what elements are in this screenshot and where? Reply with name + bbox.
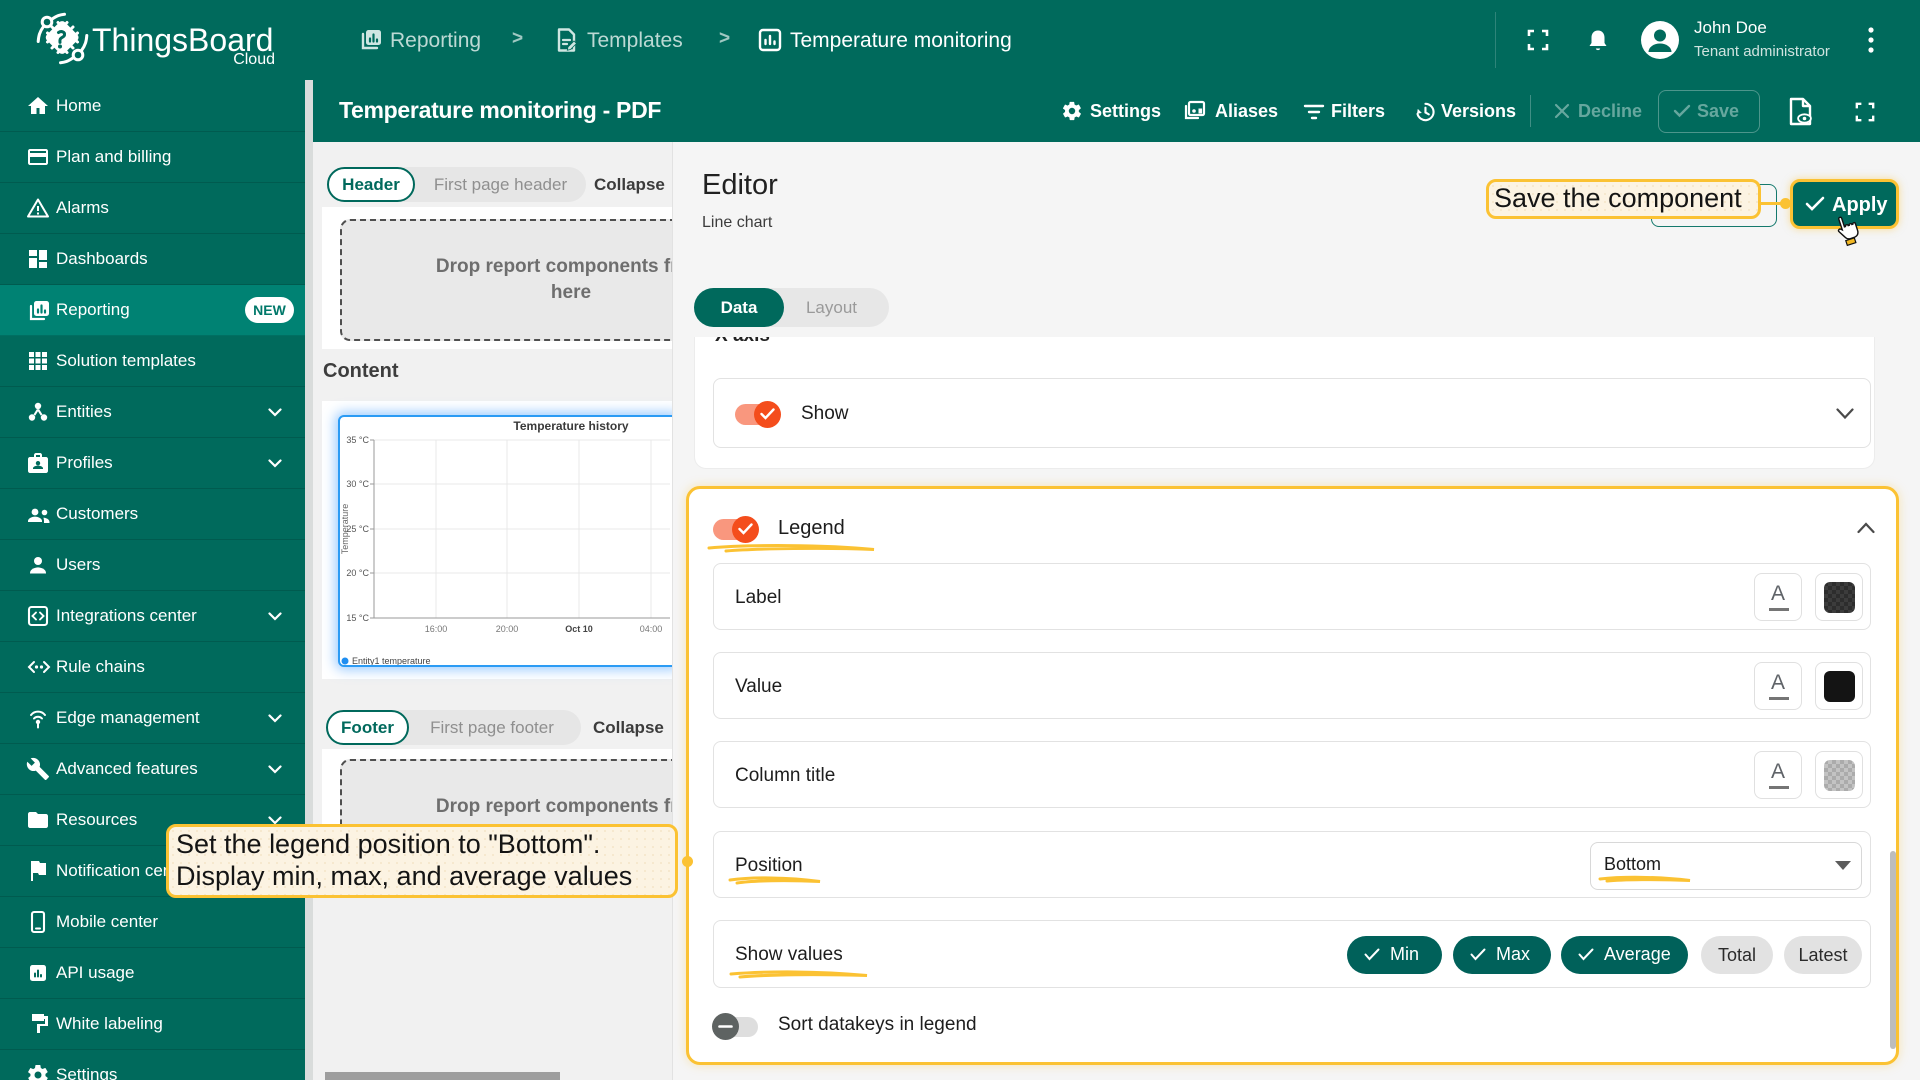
svg-text:Oct 10: Oct 10 xyxy=(565,624,593,634)
svg-text:Temperature history: Temperature history xyxy=(513,419,628,433)
svg-text:Temperature: Temperature xyxy=(340,504,350,555)
svg-text:15 °C: 15 °C xyxy=(346,613,369,623)
svg-text:30 °C: 30 °C xyxy=(346,479,369,489)
svg-text:16:00: 16:00 xyxy=(425,624,448,634)
svg-text:20 °C: 20 °C xyxy=(346,568,369,578)
svg-text:20:00: 20:00 xyxy=(496,624,519,634)
svg-text:Entity1 temperature: Entity1 temperature xyxy=(352,656,431,665)
svg-text:04:00: 04:00 xyxy=(640,624,663,634)
svg-text:35 °C: 35 °C xyxy=(346,435,369,445)
